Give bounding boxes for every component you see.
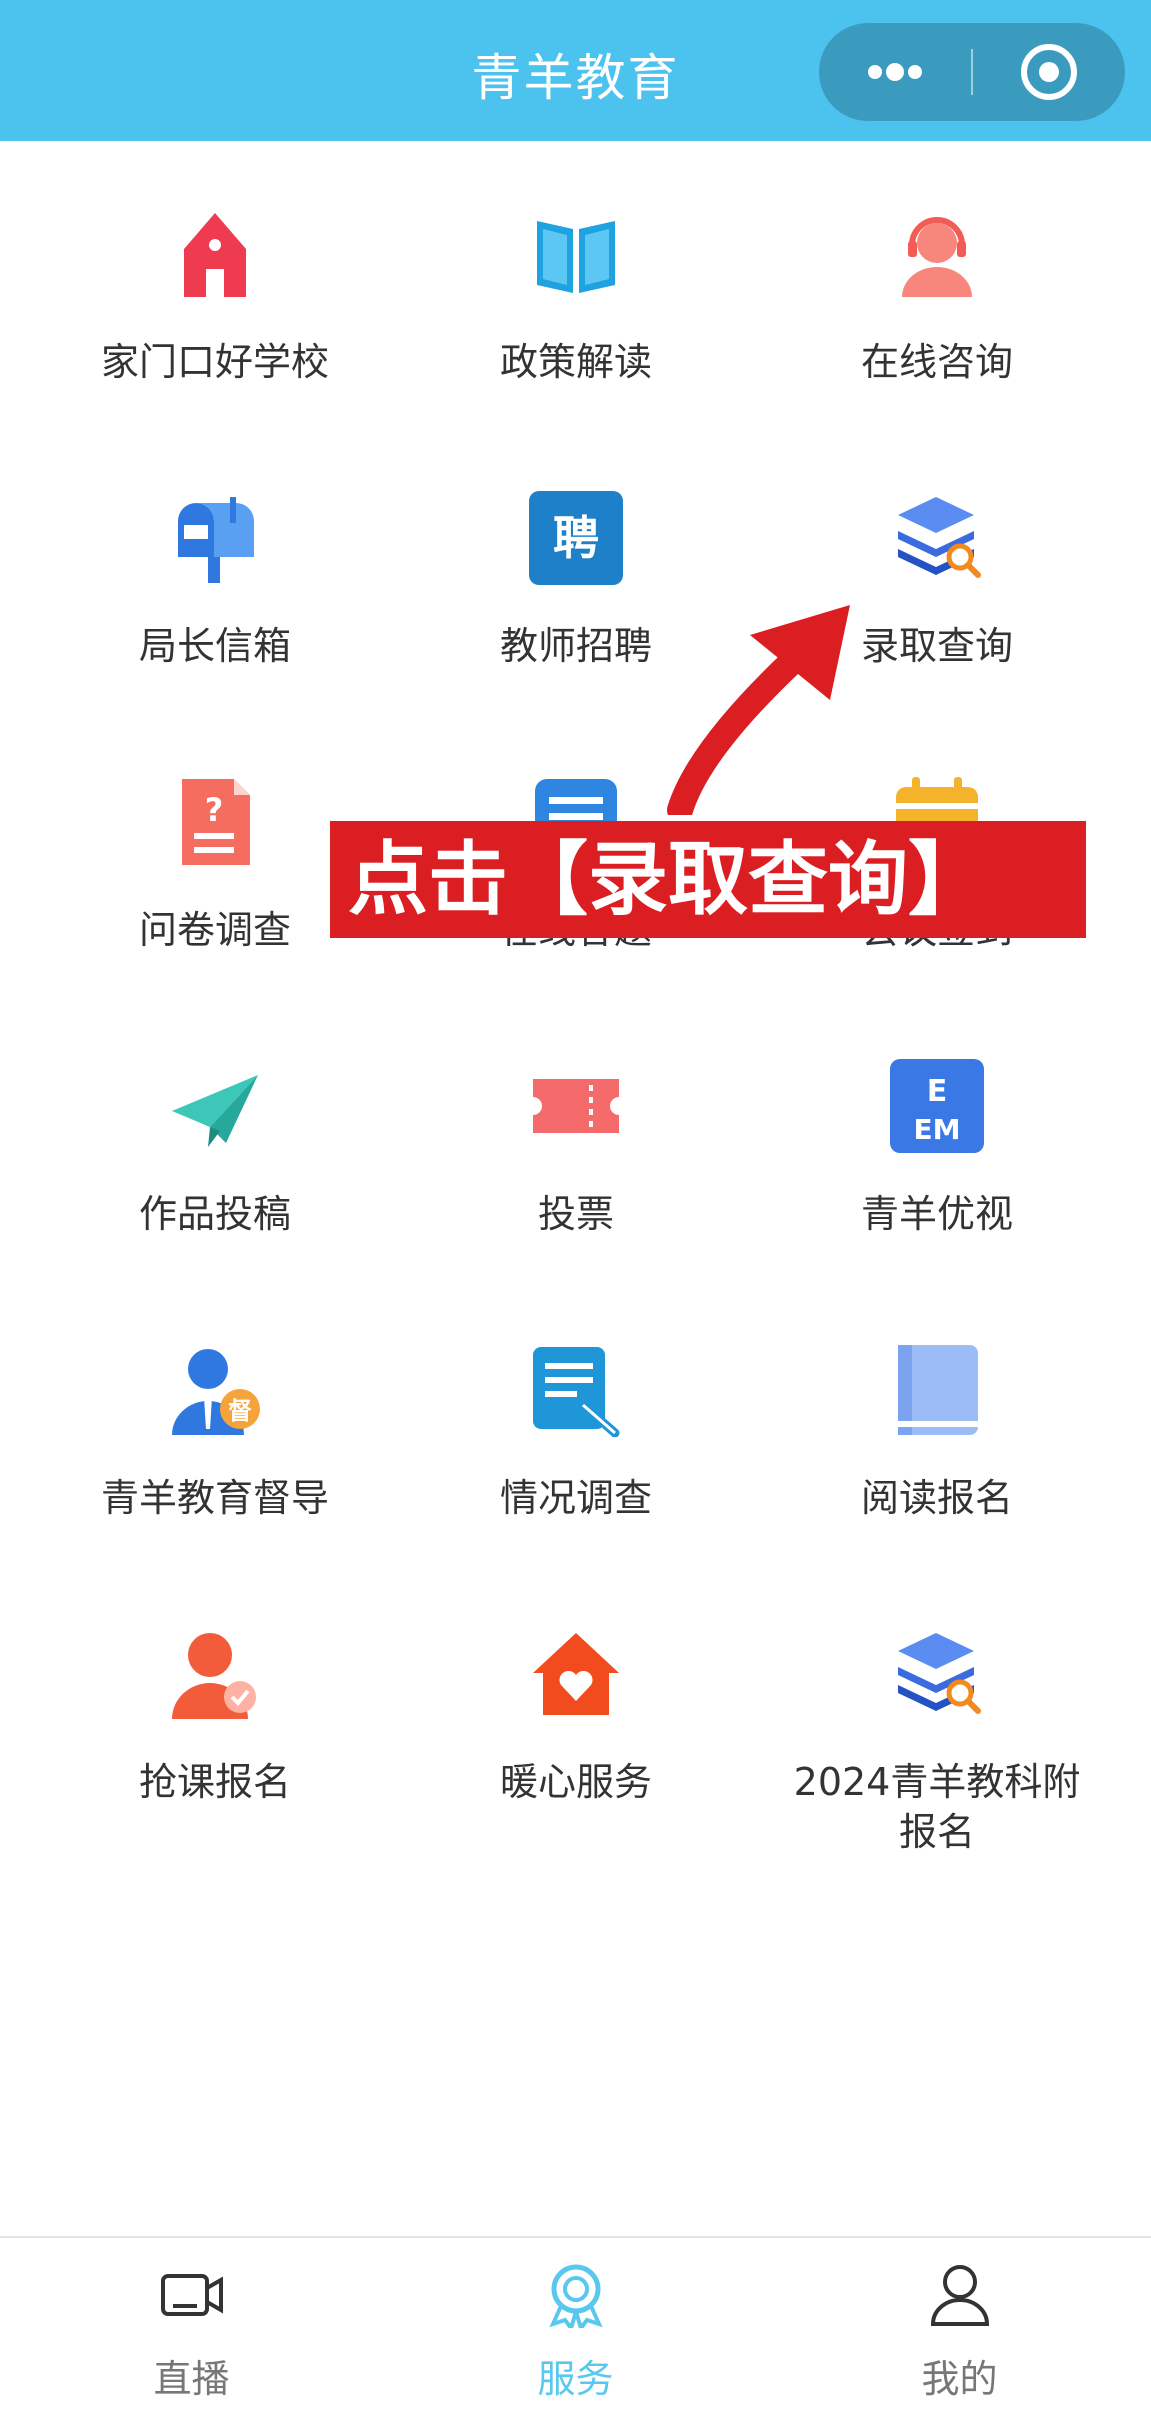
bottom-tab-bar: 直播 服务 我的 xyxy=(0,2236,1151,2410)
grid-item-label: 抢课报名 xyxy=(138,1760,291,1804)
more-dots-icon xyxy=(868,63,922,81)
video-camera-icon xyxy=(161,2274,223,2316)
svg-text:?: ? xyxy=(205,791,224,829)
tab-label: 我的 xyxy=(921,2357,998,2401)
grid-item-label: 情况调查 xyxy=(499,1476,652,1520)
user-icon xyxy=(930,2265,990,2326)
mini-program-capsule xyxy=(819,23,1125,121)
questionnaire-icon: ? xyxy=(182,779,250,865)
grid-item-label: 作品投稿 xyxy=(138,1192,291,1236)
supervisor-icon: 督 xyxy=(172,1349,260,1435)
svg-text:督: 督 xyxy=(228,1397,252,1425)
grid-item-consult[interactable]: 在线咨询 xyxy=(772,141,1102,384)
grid-item-label: 政策解读 xyxy=(499,340,652,384)
grid-item-vote[interactable]: 投票 xyxy=(411,993,741,1236)
tab-label: 直播 xyxy=(153,2357,230,2401)
grid-item-label: 暖心服务 xyxy=(499,1760,652,1804)
grid-item-policy[interactable]: 政策解读 xyxy=(411,141,741,384)
grid-item-label: 青羊优视 xyxy=(860,1192,1013,1236)
close-button[interactable] xyxy=(973,23,1125,121)
svg-text:E: E xyxy=(927,1074,948,1109)
annotation-arrow-icon xyxy=(667,605,850,815)
grid-item-2024-signup[interactable]: 2024青羊教科附报名 xyxy=(772,1561,1102,1854)
headset-agent-icon xyxy=(902,217,972,297)
grid-item-label: 家门口好学校 xyxy=(100,340,329,384)
more-button[interactable] xyxy=(819,23,971,121)
open-book-icon xyxy=(537,221,615,293)
paper-plane-icon xyxy=(172,1075,258,1147)
svg-text:聘: 聘 xyxy=(553,511,599,565)
grid-item-label: 投票 xyxy=(537,1192,614,1236)
grid-item-supervision[interactable]: 督 青羊教育督导 xyxy=(50,1277,380,1520)
grid-item-label: 阅读报名 xyxy=(860,1476,1013,1520)
grid-item-mailbox[interactable]: 局长信箱 xyxy=(50,425,380,668)
user-check-icon xyxy=(172,1633,256,1719)
eye-chart-icon: E EM xyxy=(890,1059,984,1153)
tab-mine[interactable]: 我的 xyxy=(768,2238,1151,2410)
stack-search-icon xyxy=(898,1633,981,1714)
tab-label: 服务 xyxy=(537,2357,614,2401)
tab-live[interactable]: 直播 xyxy=(0,2238,383,2410)
annotation-banner: 点击【录取查询】 xyxy=(330,821,1086,938)
svg-text:EM: EM xyxy=(914,1113,961,1146)
document-edit-icon xyxy=(533,1347,620,1437)
ticket-icon xyxy=(533,1079,619,1133)
grid-item-situation-survey[interactable]: 情况调查 xyxy=(411,1277,741,1520)
school-icon xyxy=(184,213,246,297)
tab-service[interactable]: 服务 xyxy=(384,2238,767,2410)
house-heart-icon xyxy=(533,1633,619,1715)
grid-item-reading-signup[interactable]: 阅读报名 xyxy=(772,1277,1102,1520)
recruit-badge-icon: 聘 xyxy=(529,491,623,585)
grid-item-label: 2024青羊教科附报名 xyxy=(793,1760,1081,1854)
target-close-icon xyxy=(1021,44,1077,100)
grid-item-label: 局长信箱 xyxy=(138,624,291,668)
header-bar: 青羊教育 xyxy=(0,0,1151,141)
grid-item-course-signup[interactable]: 抢课报名 xyxy=(50,1561,380,1804)
grid-item-label: 青羊教育督导 xyxy=(100,1476,329,1520)
stack-search-icon xyxy=(898,497,981,578)
closed-book-icon xyxy=(898,1345,978,1435)
grid-item-warm-service[interactable]: 暖心服务 xyxy=(411,1561,741,1804)
grid-item-vision[interactable]: E EM 青羊优视 xyxy=(772,993,1102,1236)
service-badge-icon xyxy=(549,2264,603,2328)
grid-item-submission[interactable]: 作品投稿 xyxy=(50,993,380,1236)
grid-item-good-school[interactable]: 家门口好学校 xyxy=(50,141,380,384)
mailbox-icon xyxy=(178,497,254,583)
grid-item-label: 在线咨询 xyxy=(860,340,1013,384)
